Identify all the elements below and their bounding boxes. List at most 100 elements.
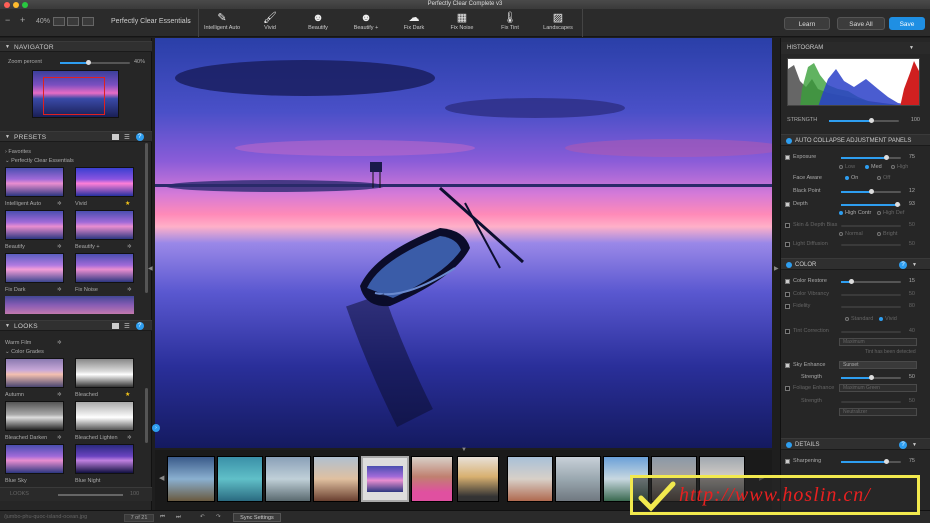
exposure-high-radio[interactable] (891, 165, 895, 169)
face-aware-on-radio[interactable] (845, 176, 849, 180)
black-point-slider[interactable] (841, 189, 901, 194)
light-diffusion-slider[interactable] (841, 244, 901, 246)
skin-depth-bias-checkbox[interactable] (785, 223, 790, 228)
minimize-window-icon[interactable] (13, 2, 19, 8)
slider-knob[interactable] (869, 375, 874, 380)
preset-thumbnail[interactable] (75, 167, 134, 197)
look-thumbnail[interactable] (75, 444, 134, 474)
preset-thumbnail[interactable] (5, 210, 64, 240)
fidelity-checkbox[interactable] (785, 304, 790, 309)
save-button[interactable]: Save (889, 17, 925, 30)
gear-icon[interactable]: ✲ (57, 244, 62, 250)
looks-header[interactable]: ▼ LOOKS ☰ ? (0, 320, 152, 331)
slider-knob[interactable] (895, 202, 900, 207)
strength-slider[interactable] (829, 118, 899, 123)
skin-bright-radio[interactable] (877, 232, 881, 236)
foliage-mode-dropdown[interactable]: Neutralizer (839, 408, 917, 416)
light-diffusion-checkbox[interactable] (785, 242, 790, 247)
slider-knob[interactable] (869, 118, 874, 123)
skin-normal-radio[interactable] (839, 232, 843, 236)
histogram-header[interactable]: HISTOGRAM ▼ (781, 42, 930, 54)
viewport-rectangle[interactable] (43, 77, 105, 115)
save-all-button[interactable]: Save All (837, 17, 885, 30)
zoom-slider[interactable] (60, 60, 130, 65)
preset-dropdown[interactable]: Perfectly Clear Essentials (111, 18, 191, 25)
main-photo[interactable] (155, 38, 772, 448)
navigator-header[interactable]: ▼ NAVIGATOR (0, 41, 152, 52)
filmstrip-prev-icon[interactable]: ◀ (159, 474, 164, 482)
zoom-window-icon[interactable] (22, 2, 28, 8)
tool-fix-noise[interactable]: ▦ Fix Noise (440, 11, 484, 35)
filmstrip-thumbnail[interactable] (555, 456, 601, 502)
tool-fix-tint[interactable]: 🌡 Fix Tint (488, 11, 532, 35)
foliage-enhance-dropdown[interactable]: Maximum Green (839, 384, 917, 392)
looks-strength-slider[interactable] (58, 494, 123, 496)
exposure-checkbox[interactable] (785, 155, 790, 160)
split-view-icon[interactable] (67, 17, 79, 26)
tint-correction-checkbox[interactable] (785, 329, 790, 334)
tool-landscapes[interactable]: ▨ Landscapes (536, 11, 580, 35)
look-group[interactable]: ⌄ Color Grades (5, 349, 44, 355)
close-window-icon[interactable] (4, 2, 10, 8)
exposure-med-radio[interactable] (865, 165, 869, 169)
look-thumbnail[interactable] (5, 358, 64, 388)
sky-enhance-checkbox[interactable] (785, 363, 790, 368)
color-restore-checkbox[interactable] (785, 279, 790, 284)
color-restore-slider[interactable] (841, 279, 901, 284)
list-view-icon[interactable]: ☰ (124, 321, 130, 332)
depth-high-def-radio[interactable] (877, 211, 881, 215)
sharpening-checkbox[interactable] (785, 459, 790, 464)
last-image-icon[interactable]: ⏭ (176, 514, 181, 521)
sky-enhance-dropdown[interactable]: Sunset (839, 361, 917, 369)
face-aware-off-radio[interactable] (877, 176, 881, 180)
gear-icon[interactable]: ✲ (57, 287, 62, 293)
look-thumbnail[interactable] (75, 401, 134, 431)
expand-left-icon[interactable]: › (152, 424, 160, 432)
filmstrip-thumbnail[interactable] (411, 456, 453, 502)
gear-icon[interactable]: ✲ (127, 244, 132, 250)
zoom-out-icon[interactable]: − (5, 15, 10, 25)
navigator-thumbnail[interactable] (32, 70, 119, 118)
look-thumbnail[interactable] (5, 444, 64, 474)
look-thumbnail[interactable] (5, 401, 64, 431)
sync-settings-button[interactable]: Sync Settings (233, 513, 281, 522)
slider-knob[interactable] (884, 459, 889, 464)
gear-icon[interactable]: ✲ (57, 340, 62, 346)
slider-knob[interactable] (884, 155, 889, 160)
first-image-icon[interactable]: ⏮ (160, 514, 165, 521)
gear-icon[interactable]: ✲ (127, 435, 132, 441)
looks-scrollbar[interactable] (145, 388, 148, 443)
details-header[interactable]: DETAILS ? ▼ (781, 438, 930, 450)
slider-knob[interactable] (86, 60, 91, 65)
tool-intelligent-auto[interactable]: ✎ Intelligent Auto (200, 11, 244, 35)
grid-view-icon[interactable] (112, 134, 119, 140)
filmstrip-thumbnail[interactable] (457, 456, 499, 502)
preset-thumbnail[interactable] (5, 253, 64, 283)
foliage-strength-slider[interactable] (841, 401, 901, 403)
favorites-item[interactable]: › Favorites (5, 149, 31, 155)
preset-thumbnail[interactable] (75, 253, 134, 283)
exposure-slider[interactable] (841, 155, 901, 160)
preset-group[interactable]: ⌄ Perfectly Clear Essentials (5, 158, 74, 164)
look-item[interactable]: Warm Film (5, 340, 31, 346)
tint-correction-dropdown[interactable]: Maximum (839, 338, 917, 346)
help-icon[interactable]: ? (136, 133, 144, 141)
sharpening-slider[interactable] (841, 459, 901, 464)
filmstrip-thumbnail-selected[interactable] (361, 456, 409, 502)
learn-button[interactable]: Learn (784, 17, 830, 30)
tool-vivid[interactable]: 🖌 Vivid (248, 11, 292, 35)
single-view-icon[interactable] (53, 17, 65, 26)
preset-thumbnail[interactable] (75, 210, 134, 240)
tool-fix-dark[interactable]: ☁ Fix Dark (392, 11, 436, 35)
sky-strength-slider[interactable] (841, 375, 901, 380)
star-icon[interactable]: ★ (125, 200, 130, 207)
gear-icon[interactable]: ✲ (57, 392, 62, 398)
compare-view-icon[interactable] (82, 17, 94, 26)
color-vibrancy-checkbox[interactable] (785, 292, 790, 297)
slider-knob[interactable] (849, 279, 854, 284)
presets-header[interactable]: ▼ PRESETS ☰ ? (0, 131, 152, 142)
fidelity-standard-radio[interactable] (845, 317, 849, 321)
gear-icon[interactable]: ✲ (57, 435, 62, 441)
help-icon[interactable]: ? (899, 261, 907, 269)
redo-icon[interactable]: ↷ (216, 514, 221, 520)
